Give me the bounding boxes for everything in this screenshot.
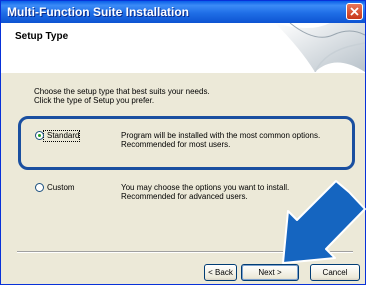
next-button[interactable]: Next >: [241, 264, 299, 281]
standard-label[interactable]: Standard: [47, 131, 79, 140]
window-title: Multi-Function Suite Installation: [7, 5, 189, 19]
title-bar[interactable]: Multi-Function Suite Installation: [1, 1, 365, 23]
wizard-header: Setup Type: [1, 23, 365, 73]
header-banner-graphic: [275, 23, 365, 72]
custom-desc-line-1: You may choose the options you want to i…: [121, 183, 290, 192]
close-button[interactable]: [346, 3, 363, 20]
standard-description: Program will be installed with the most …: [121, 131, 320, 149]
footer-divider: [17, 251, 353, 253]
custom-radio[interactable]: [35, 183, 44, 192]
close-icon: [350, 7, 359, 16]
installer-window: Multi-Function Suite Installation Setup …: [0, 0, 366, 285]
standard-desc-line-1: Program will be installed with the most …: [121, 131, 321, 140]
custom-description: You may choose the options you want to i…: [121, 183, 289, 201]
standard-desc-line-2: Recommended for most users.: [121, 140, 231, 149]
standard-radio[interactable]: [35, 131, 44, 140]
header-separator: [1, 72, 365, 73]
intro-text: Choose the setup type that best suits yo…: [34, 87, 210, 105]
back-button[interactable]: < Back: [204, 264, 237, 281]
custom-label[interactable]: Custom: [47, 183, 75, 192]
intro-line-2: Click the type of Setup you prefer.: [34, 96, 155, 105]
intro-line-1: Choose the setup type that best suits yo…: [34, 87, 210, 96]
custom-desc-line-2: Recommended for advanced users.: [121, 192, 248, 201]
cancel-button[interactable]: Cancel: [310, 264, 360, 281]
page-title: Setup Type: [15, 31, 69, 42]
